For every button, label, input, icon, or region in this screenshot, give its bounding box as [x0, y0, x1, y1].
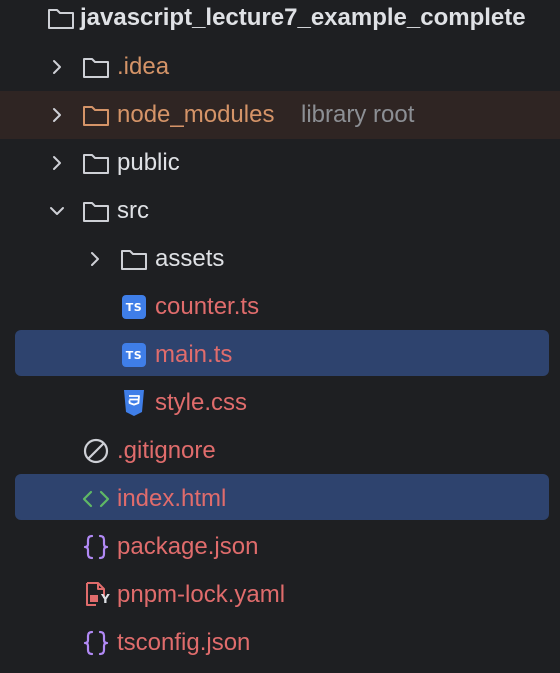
html-file-icon — [81, 484, 111, 514]
folder-icon — [46, 3, 76, 33]
yaml-badge-letter: Y — [101, 592, 110, 606]
tree-item-label: counter.ts — [155, 293, 260, 320]
tree-row-node-modules[interactable]: node_modules library root — [0, 91, 560, 139]
tree-item-label: pnpm-lock.yaml — [117, 581, 286, 608]
tree-item-label: style.css — [155, 389, 248, 416]
tree-row-project-root[interactable]: javascript_lecture7_example_complete — [0, 0, 560, 42]
tree-item-label: .idea — [117, 53, 170, 80]
typescript-file-icon: TS — [119, 340, 149, 370]
tree-row-style-css[interactable]: style.css — [0, 379, 560, 427]
chevron-right-icon[interactable] — [45, 55, 69, 79]
tree-row-src[interactable]: src — [0, 187, 560, 235]
tree-item-label: .gitignore — [117, 437, 216, 464]
tree-item-label: main.ts — [155, 341, 233, 368]
folder-icon — [81, 100, 111, 130]
tree-item-label: public — [117, 149, 180, 176]
chevron-down-icon[interactable] — [45, 199, 69, 223]
tree-item-label: tsconfig.json — [117, 629, 251, 656]
tree-row-index-html[interactable]: index.html — [0, 475, 560, 523]
folder-icon — [81, 196, 111, 226]
tree-item-label: src — [117, 197, 149, 224]
tree-row-counter-ts[interactable]: TS counter.ts — [0, 283, 560, 331]
tree-row-idea[interactable]: .idea — [0, 43, 560, 91]
tree-item-label: assets — [155, 245, 225, 272]
json-file-icon — [81, 628, 111, 658]
chevron-right-icon[interactable] — [83, 247, 107, 271]
tree-item-label: index.html — [117, 485, 227, 512]
tree-row-main-ts[interactable]: TS main.ts — [0, 331, 560, 379]
project-tree: javascript_lecture7_example_complete .id… — [0, 0, 560, 673]
tree-row-assets[interactable]: assets — [0, 235, 560, 283]
folder-icon — [119, 244, 149, 274]
tree-item-label: package.json — [117, 533, 259, 560]
project-root-label: javascript_lecture7_example_complete — [80, 4, 526, 31]
json-file-icon — [81, 532, 111, 562]
typescript-file-icon: TS — [119, 292, 149, 322]
ignore-file-icon — [81, 436, 111, 466]
chevron-right-icon[interactable] — [45, 103, 69, 127]
folder-icon — [81, 148, 111, 178]
chevron-right-icon[interactable] — [45, 151, 69, 175]
folder-icon — [81, 52, 111, 82]
tree-row-pnpm-lock-yaml[interactable]: Y pnpm-lock.yaml — [0, 571, 560, 619]
tree-row-package-json[interactable]: package.json — [0, 523, 560, 571]
library-root-hint: library root — [301, 101, 415, 128]
tree-row-public[interactable]: public — [0, 139, 560, 187]
tree-row-gitignore[interactable]: .gitignore — [0, 427, 560, 475]
css-file-icon — [119, 388, 149, 418]
tree-row-tsconfig-json[interactable]: tsconfig.json — [0, 619, 560, 667]
tree-item-label: node_modules — [117, 101, 275, 128]
